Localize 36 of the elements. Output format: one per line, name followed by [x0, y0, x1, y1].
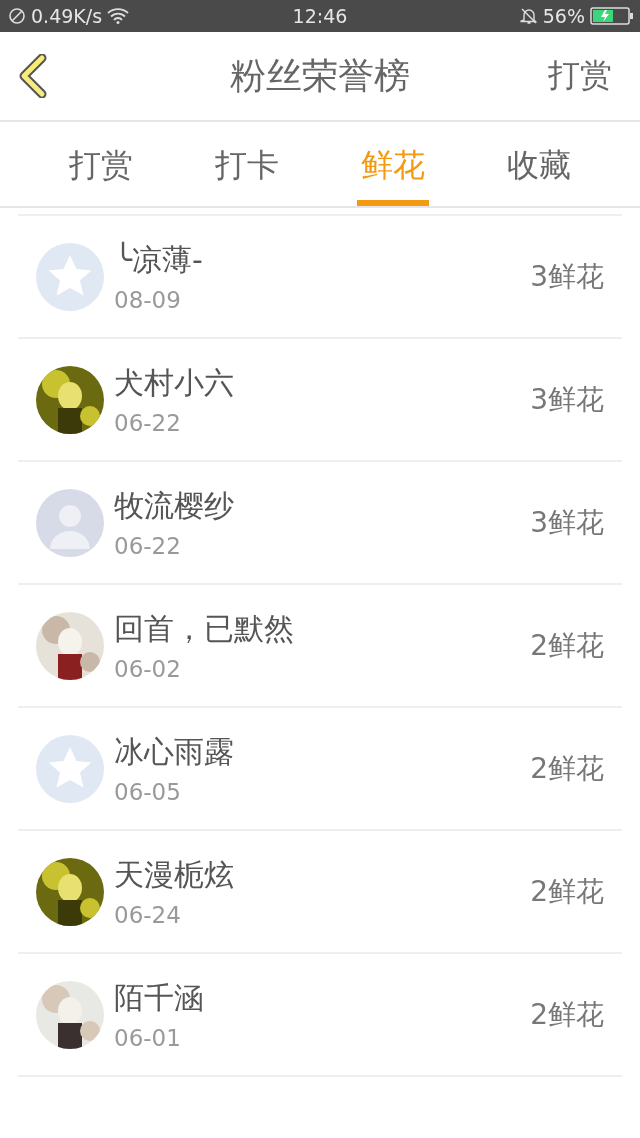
flower-count: 2鲜花	[530, 996, 604, 1033]
flower-count: 2鲜花	[530, 873, 604, 910]
reward-button[interactable]: 打赏	[548, 54, 612, 98]
fan-name: 回首，已默然	[114, 610, 295, 648]
tab[interactable]: 收藏	[503, 122, 575, 206]
battery-icon	[590, 7, 634, 25]
flower-count: 2鲜花	[530, 627, 604, 664]
fan-name: 陌千涵	[114, 979, 205, 1017]
flower-count: 3鲜花	[530, 504, 604, 541]
flower-count: 3鲜花	[530, 381, 604, 418]
wifi-icon	[107, 8, 130, 24]
fan-name: 犬村小六	[114, 364, 235, 402]
date: 06-01	[114, 1025, 182, 1051]
page-title: 粉丝荣誉榜	[230, 53, 410, 98]
muted-bell-icon	[519, 7, 538, 25]
tab[interactable]: 打卡	[211, 122, 283, 206]
date: 06-05	[114, 779, 182, 805]
avatar-silhouette-icon	[36, 488, 104, 557]
fan-name: 天漫栀炫	[114, 856, 235, 894]
fan-name: 冰心雨露	[114, 733, 235, 771]
battery-percent: 56%	[542, 5, 585, 27]
clock: 12:46	[292, 5, 348, 27]
flower-count: 3鲜花	[530, 258, 604, 295]
network-speed: 0.49K/s	[31, 5, 103, 27]
date: 08-09	[114, 287, 182, 313]
fan-name: ╰凉薄-	[114, 240, 204, 279]
default-avatar-icon	[36, 734, 104, 803]
blocked-icon	[8, 7, 26, 25]
default-avatar-icon	[36, 242, 104, 311]
tab[interactable]: 打赏	[65, 122, 137, 206]
date: 06-22	[114, 533, 182, 559]
flower-count: 2鲜花	[530, 750, 604, 787]
date: 06-02	[114, 656, 182, 682]
date: 06-22	[114, 410, 182, 436]
fan-name: 牧流樱纱	[114, 487, 235, 525]
date: 06-24	[114, 902, 182, 928]
